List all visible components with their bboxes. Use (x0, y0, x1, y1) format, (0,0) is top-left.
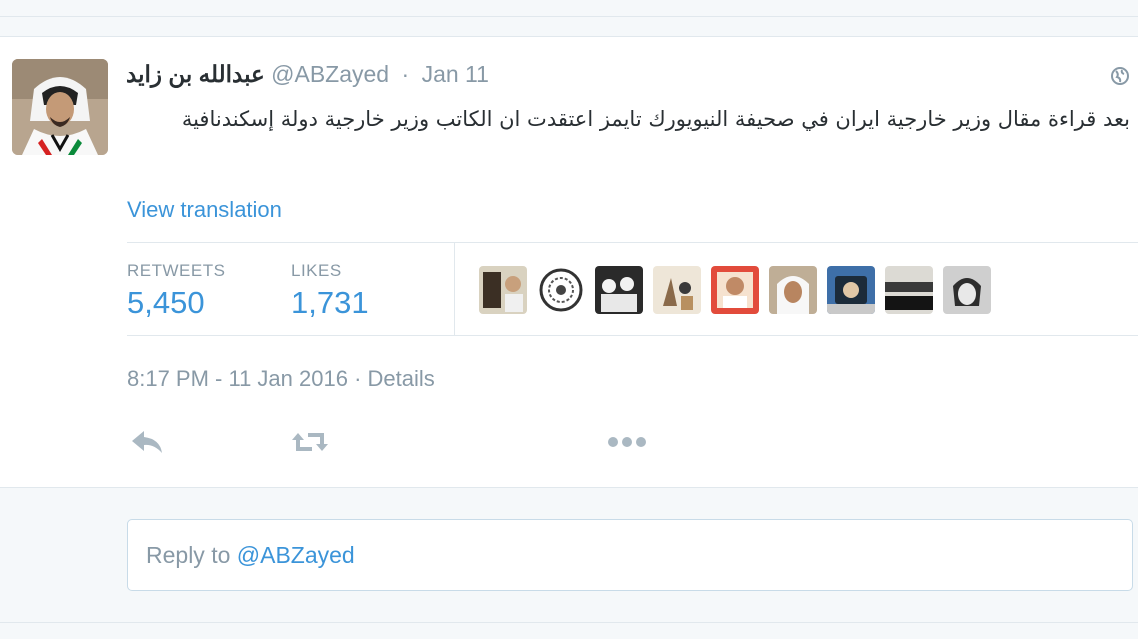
liker-avatar[interactable] (827, 266, 875, 314)
retweets-count: 5,450 (127, 285, 205, 320)
liker-avatar[interactable] (711, 266, 759, 314)
reply-placeholder: Reply to @ABZayed (146, 542, 355, 569)
handle[interactable]: @ABZayed (271, 61, 389, 87)
liker-avatar[interactable] (537, 266, 585, 314)
retweet-icon[interactable] (290, 429, 330, 455)
tweet-text: بعد قراءة مقال وزير خارجية ايران في صحيف… (181, 107, 1130, 131)
bottom-bar (0, 622, 1138, 639)
tweet-stats: RETWEETS 5,450 LIKES 1,731 (127, 242, 1138, 336)
details-separator: · (354, 366, 362, 391)
retweets-label: RETWEETS (127, 261, 226, 280)
likes-count: 1,731 (291, 285, 369, 320)
liker-avatar[interactable] (479, 266, 527, 314)
retweets-stat[interactable]: RETWEETS 5,450 (127, 261, 225, 321)
stats-divider (454, 243, 455, 335)
reply-mention: @ABZayed (236, 542, 355, 568)
liker-avatar[interactable] (595, 266, 643, 314)
tweet-date[interactable]: Jan 11 (422, 61, 489, 87)
liker-avatar[interactable] (653, 266, 701, 314)
display-name[interactable]: عبدالله بن زايد (126, 61, 265, 87)
liker-avatar[interactable] (943, 266, 991, 314)
reply-prefix: Reply to (146, 542, 231, 568)
liker-avatar[interactable] (885, 266, 933, 314)
likes-stat[interactable]: LIKES 1,731 (291, 261, 369, 321)
more-icon[interactable] (606, 435, 648, 449)
globe-icon (1111, 67, 1129, 85)
reply-input[interactable]: Reply to @ABZayed (127, 519, 1133, 591)
view-translation-link[interactable]: View translation (127, 197, 282, 223)
header-separator: · (401, 61, 410, 87)
timestamp-text[interactable]: 8:17 PM - 11 Jan 2016 (127, 366, 348, 391)
details-link[interactable]: Details (368, 366, 435, 391)
liker-avatar[interactable] (769, 266, 817, 314)
reply-icon[interactable] (130, 429, 164, 455)
avatar[interactable] (12, 59, 108, 155)
tweet-header: عبدالله بن زايد @ABZayed · Jan 11 (126, 61, 489, 88)
tweet-card: عبدالله بن زايد @ABZayed · Jan 11 بعد قر… (0, 36, 1138, 488)
top-bar (0, 0, 1138, 17)
likes-label: LIKES (291, 261, 342, 280)
tweet-timestamp: 8:17 PM - 11 Jan 2016 · Details (127, 366, 435, 392)
